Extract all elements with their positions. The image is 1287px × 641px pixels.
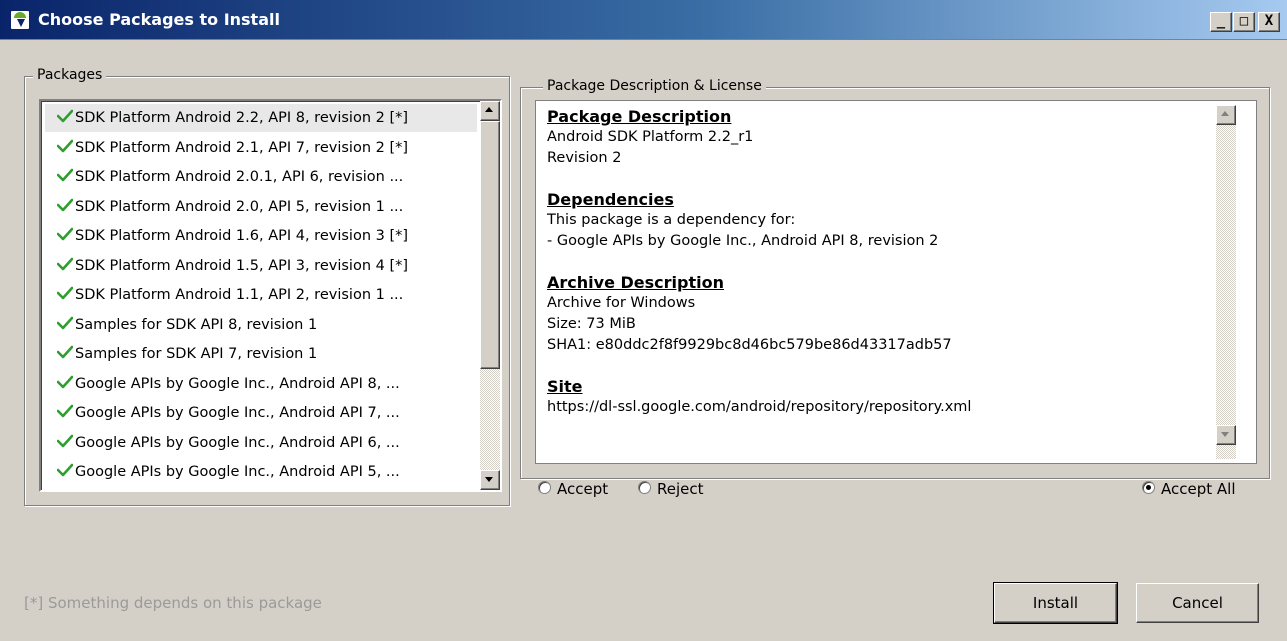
- package-label: SDK Platform Android 2.2, API 8, revisio…: [75, 110, 409, 126]
- package-description-line: Android SDK Platform 2.2_r1: [547, 129, 754, 145]
- package-description-section: Package Description Android SDK Platform…: [547, 107, 1207, 169]
- package-list-item[interactable]: Google APIs by Google Inc., Android API …: [45, 370, 477, 398]
- description-legend: Package Description & License: [543, 78, 766, 94]
- package-list-item[interactable]: SDK Platform Android 2.0.1, API 6, revis…: [45, 163, 477, 191]
- package-label: SDK Platform Android 2.1, API 7, revisio…: [75, 139, 409, 156]
- green-checkmark-icon: [57, 167, 73, 183]
- site-url: https://dl-ssl.google.com/android/reposi…: [547, 399, 972, 415]
- accept-all-label: Accept All: [1161, 480, 1236, 498]
- android-sdk-icon: [10, 10, 30, 30]
- packages-scrollbar[interactable]: [480, 101, 500, 490]
- package-label: Google APIs by Google Inc., Android API …: [75, 464, 400, 480]
- cancel-button[interactable]: Cancel: [1136, 583, 1259, 623]
- package-list-item[interactable]: Google APIs by Google Inc., Android API …: [45, 429, 477, 457]
- green-checkmark-icon: [57, 374, 73, 390]
- package-label: Google APIs by Google Inc., Android API …: [75, 405, 400, 421]
- package-label: Google APIs by Google Inc., Android API …: [75, 434, 400, 451]
- green-checkmark-icon: [57, 462, 73, 478]
- package-list-item[interactable]: SDK Platform Android 1.1, API 2, revisio…: [45, 281, 477, 309]
- green-checkmark-icon: [57, 433, 73, 449]
- site-section: Site https://dl-ssl.google.com/android/r…: [547, 377, 1207, 418]
- dependencies-line: This package is a dependency for:: [547, 212, 796, 228]
- green-checkmark-icon: [57, 197, 73, 213]
- package-label: Samples for SDK API 8, revision 1: [75, 316, 318, 333]
- scroll-thumb[interactable]: [480, 121, 500, 369]
- package-label: Google APIs by Google Inc., Android API …: [75, 375, 400, 392]
- scroll-up-button[interactable]: [480, 101, 500, 121]
- maximize-button[interactable]: □: [1233, 12, 1255, 32]
- dependency-footnote: [*] Something depends on this package: [24, 594, 322, 612]
- archive-line: Archive for Windows: [547, 295, 696, 311]
- package-label: SDK Platform Android 1.5, API 3, revisio…: [75, 257, 409, 274]
- description-scrollbar[interactable]: [1216, 105, 1236, 459]
- window-title: Choose Packages to Install: [38, 10, 280, 29]
- green-checkmark-icon: [57, 256, 73, 272]
- description-pane[interactable]: Package Description Android SDK Platform…: [535, 100, 1257, 464]
- reject-label: Reject: [657, 480, 704, 498]
- green-checkmark-icon: [57, 344, 73, 360]
- reject-radio[interactable]: Reject: [638, 479, 704, 499]
- package-label: Samples for SDK API 7, revision 1: [75, 346, 318, 362]
- package-description-line: Revision 2: [547, 150, 622, 166]
- radio-circle-icon: [638, 481, 651, 494]
- package-list-item[interactable]: SDK Platform Android 2.2, API 8, revisio…: [45, 104, 477, 132]
- packages-list[interactable]: SDK Platform Android 2.2, API 8, revisio…: [39, 99, 502, 492]
- site-heading: Site: [547, 377, 583, 396]
- package-label: SDK Platform Android 2.0.1, API 6, revis…: [75, 169, 404, 185]
- package-label: SDK Platform Android 2.0, API 5, revisio…: [75, 198, 404, 215]
- install-button[interactable]: Install: [993, 582, 1118, 624]
- package-list-item[interactable]: Google APIs by Google Inc., Android API …: [45, 399, 477, 427]
- archive-section: Archive Description Archive for Windows …: [547, 273, 1207, 356]
- scroll-up-button[interactable]: [1216, 105, 1236, 125]
- dependencies-heading: Dependencies: [547, 190, 674, 209]
- archive-heading: Archive Description: [547, 273, 724, 292]
- minimize-button[interactable]: _: [1210, 12, 1232, 32]
- green-checkmark-icon: [57, 138, 73, 154]
- green-checkmark-icon: [57, 226, 73, 242]
- radio-circle-icon: [1142, 481, 1155, 494]
- package-list-item[interactable]: SDK Platform Android 1.6, API 4, revisio…: [45, 222, 477, 250]
- package-list-item[interactable]: SDK Platform Android 1.5, API 3, revisio…: [45, 252, 477, 280]
- package-list-item[interactable]: SDK Platform Android 2.0, API 5, revisio…: [45, 193, 477, 221]
- accept-label: Accept: [557, 480, 609, 498]
- green-checkmark-icon: [57, 315, 73, 331]
- dependencies-section: Dependencies This package is a dependenc…: [547, 190, 1207, 252]
- scroll-down-button[interactable]: [480, 470, 500, 490]
- package-label: SDK Platform Android 1.1, API 2, revisio…: [75, 287, 404, 303]
- package-list-item[interactable]: SDK Platform Android 2.1, API 7, revisio…: [45, 134, 477, 162]
- title-bar[interactable]: Choose Packages to Install _ □ X: [0, 0, 1287, 40]
- package-list-item[interactable]: Samples for SDK API 7, revision 1: [45, 340, 477, 368]
- package-label: SDK Platform Android 1.6, API 4, revisio…: [75, 228, 409, 244]
- scroll-down-button[interactable]: [1216, 425, 1236, 445]
- radio-circle-icon: [538, 481, 551, 494]
- archive-line: SHA1: e80ddc2f8f9929bc8d46bc579be86d4331…: [547, 337, 952, 353]
- package-list-item[interactable]: Google APIs by Google Inc., Android API …: [45, 458, 477, 486]
- green-checkmark-icon: [57, 403, 73, 419]
- package-description-heading: Package Description: [547, 107, 732, 126]
- green-checkmark-icon: [57, 285, 73, 301]
- green-checkmark-icon: [57, 108, 73, 124]
- accept-radio[interactable]: Accept: [538, 479, 608, 499]
- package-list-item[interactable]: Samples for SDK API 8, revision 1: [45, 311, 477, 339]
- dependencies-line: - Google APIs by Google Inc., Android AP…: [547, 233, 939, 249]
- archive-line: Size: 73 MiB: [547, 316, 636, 332]
- accept-all-radio[interactable]: Accept All: [1142, 479, 1236, 499]
- close-button[interactable]: X: [1258, 12, 1280, 32]
- packages-legend: Packages: [33, 67, 107, 83]
